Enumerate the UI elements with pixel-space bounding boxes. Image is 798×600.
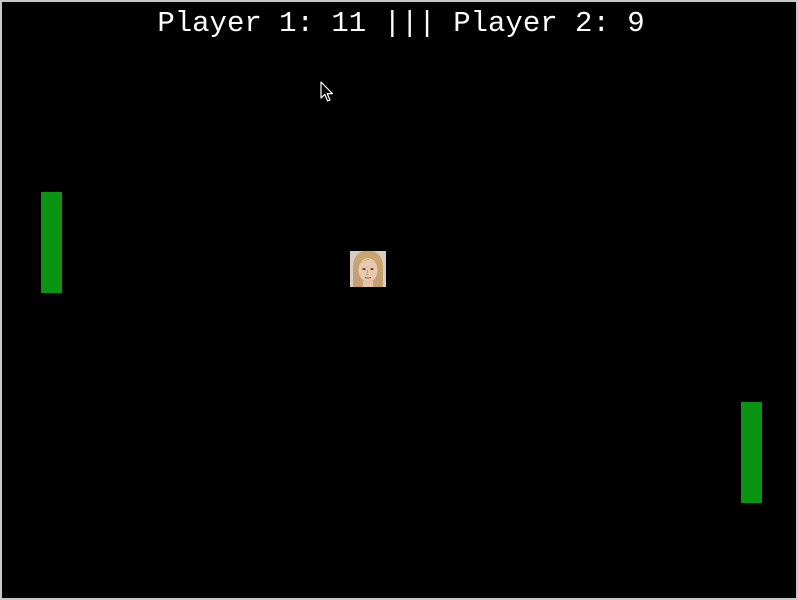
game-window[interactable]: Player 1: 11 ||| Player 2: 9 (0, 0, 798, 600)
face-ball-icon (350, 251, 386, 287)
player1-label: Player 1: (157, 7, 314, 40)
face-ball-graphic (350, 251, 386, 287)
player2-paddle (741, 402, 762, 503)
player1-paddle[interactable] (41, 192, 62, 293)
player1-score: 11 (331, 7, 367, 40)
scoreboard: Player 1: 11 ||| Player 2: 9 (2, 6, 796, 42)
player2-label: Player 2: (453, 7, 610, 40)
mouse-pointer-icon (320, 81, 334, 103)
player2-score: 9 (627, 7, 645, 40)
score-separator: ||| (383, 7, 436, 40)
mouse-pointer-graphic (320, 81, 333, 102)
